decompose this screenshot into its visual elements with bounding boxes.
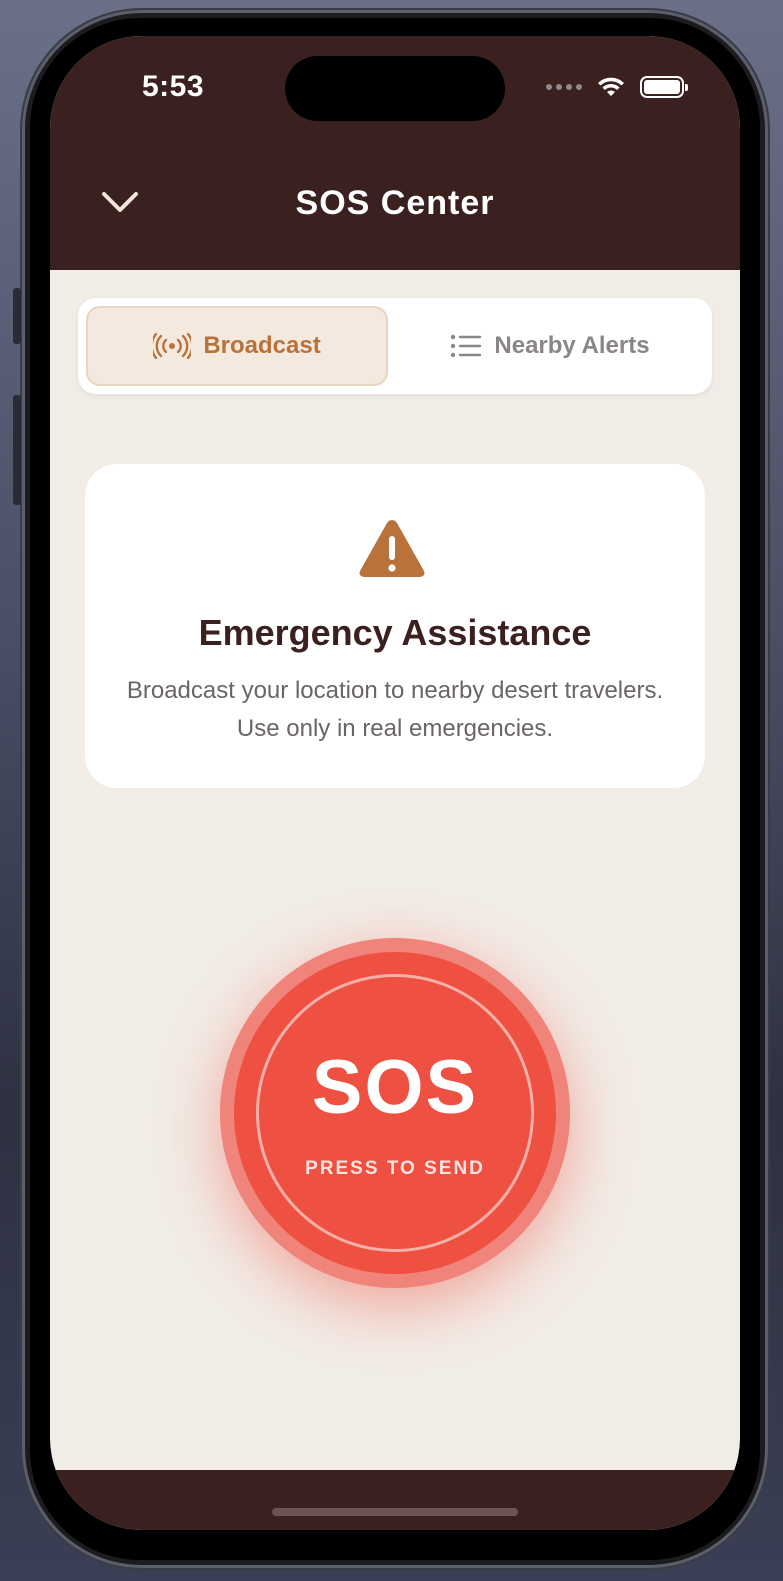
page-title: SOS Center [295,184,495,222]
sos-button[interactable]: SOS PRESS TO SEND [234,952,556,1274]
tab-label: Nearby Alerts [494,332,650,359]
info-card: Emergency Assistance Broadcast your loca… [85,464,705,788]
tab-label: Broadcast [203,332,321,359]
wifi-icon [598,77,624,96]
dynamic-island [285,56,505,121]
cellular-signal-icon [546,84,582,90]
header: 5:53 SOS Center [50,36,740,270]
status-time: 5:53 [142,70,205,103]
list-icon [451,334,482,358]
tab-nearby-alerts[interactable]: Nearby Alerts [396,306,704,386]
tab-bar: Broadcast Nearby Alerts [78,298,712,394]
card-title: Emergency Assistance [198,612,592,653]
tab-broadcast[interactable]: Broadcast [86,306,388,386]
battery-icon [640,76,688,98]
screen: 5:53 SOS Center Broadcast Nearby Alerts … [50,36,740,1530]
home-indicator[interactable] [272,1508,518,1516]
broadcast-icon [153,333,192,359]
warning-icon [359,520,425,577]
status-icons [546,76,688,98]
side-button [13,288,21,344]
side-button [13,395,21,505]
bottom-bar [50,1470,740,1530]
sos-sublabel: PRESS TO SEND [305,1158,485,1179]
card-description: Broadcast your location to nearby desert… [126,677,664,742]
sos-label: SOS [311,1045,479,1130]
